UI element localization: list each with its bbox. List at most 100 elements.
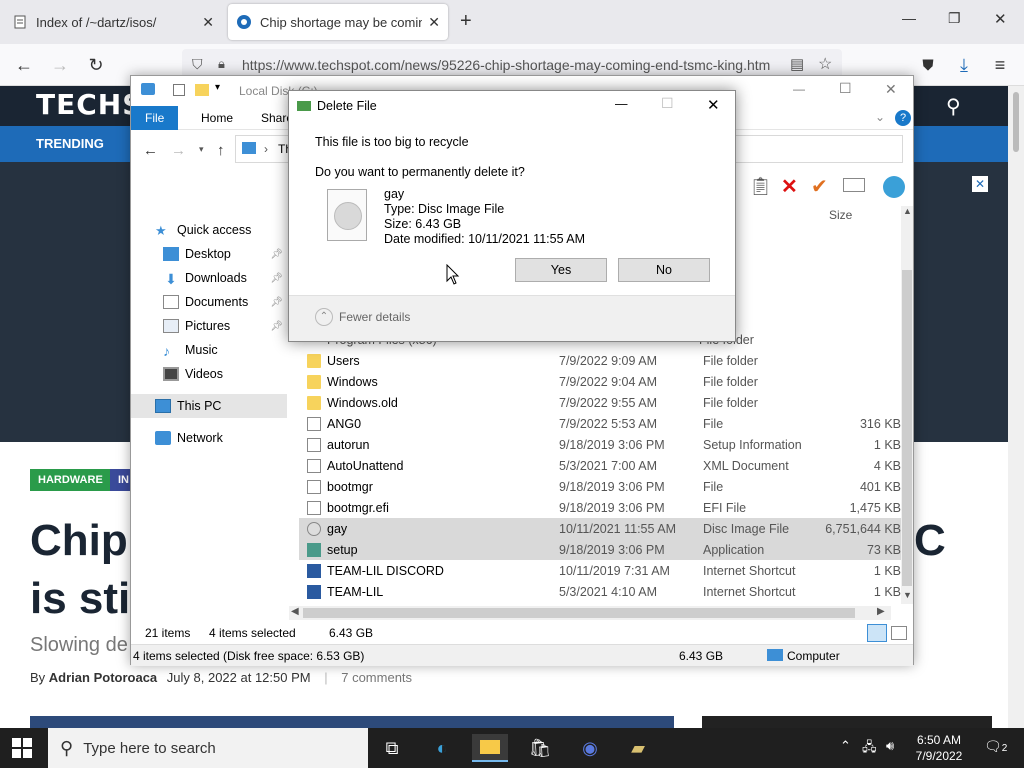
site-logo[interactable]: TECHS (36, 88, 143, 121)
scroll-thumb[interactable] (902, 270, 912, 586)
tab-index-isos[interactable]: Index of /~dartz/isos/ ✕ (4, 4, 222, 40)
nav-videos[interactable]: Videos (131, 362, 287, 386)
new-folder-icon[interactable] (195, 84, 209, 96)
nav-network[interactable]: Network (131, 426, 287, 450)
checkmark-icon[interactable]: ✔ (811, 174, 828, 199)
explorer-back-icon[interactable]: ← (143, 142, 158, 159)
file-list-scrollbar[interactable]: ▲ ▼ (901, 206, 913, 604)
nav-quick-access[interactable]: ★ Quick access (131, 218, 287, 242)
pin-icon[interactable]: 📌︎ (270, 249, 283, 260)
pin-icon[interactable]: 📌︎ (270, 321, 283, 332)
pin-icon[interactable]: 📌︎ (270, 273, 283, 284)
explorer-close-icon[interactable]: ✕ (885, 81, 897, 98)
bookmark-star-icon[interactable]: ☆ (818, 54, 832, 74)
close-tab-icon[interactable]: ✕ (202, 14, 214, 31)
forward-icon[interactable]: → (44, 44, 76, 86)
reload-icon[interactable]: ↻ (80, 44, 112, 86)
table-row[interactable]: AutoUnattend 5/3/2021 7:00 AM XML Document… (299, 455, 901, 476)
taskbar-search[interactable]: ⚲ Type here to search (48, 728, 368, 768)
table-row[interactable]: bootmgr 9/18/2019 3:06 PM File 401 KB (299, 476, 901, 497)
close-window-icon[interactable]: ✕ (994, 10, 1007, 28)
scroll-left-icon[interactable]: ◀ (291, 606, 299, 617)
task-view-icon[interactable]: ⧉ (374, 734, 410, 762)
scroll-right-icon[interactable]: ▶ (877, 606, 885, 617)
pocket-icon[interactable]: ⛊ (912, 44, 944, 86)
trending-label[interactable]: TRENDING (36, 136, 104, 151)
dialog-close-icon[interactable]: ✕ (707, 96, 720, 114)
table-row[interactable]: Windows 7/9/2022 9:04 AM File folder (299, 371, 901, 392)
scroll-down-icon[interactable]: ▼ (903, 590, 912, 600)
help-icon[interactable]: ? (895, 110, 911, 126)
explorer-maximize-icon[interactable]: ☐ (839, 80, 852, 97)
ribbon-collapse-icon[interactable]: ⌄ (875, 110, 885, 124)
explorer-minimize-icon[interactable]: — (793, 82, 805, 96)
clipboard-icon[interactable]: 📋︎ (749, 176, 772, 197)
large-icons-view-icon[interactable] (891, 626, 907, 640)
file-explorer-icon[interactable] (472, 734, 508, 762)
recent-locations-icon[interactable]: ▾ (199, 144, 204, 155)
ribbon-tab-home[interactable]: Home (187, 106, 247, 130)
dialog-minimize-icon[interactable]: — (615, 97, 628, 111)
globe-icon[interactable] (883, 176, 905, 198)
show-hidden-icons-icon[interactable]: ⌃ (840, 738, 851, 754)
table-row[interactable]: TEAM-LIL 5/3/2021 4:10 AM Internet Shortcu… (299, 581, 901, 602)
tab-techspot[interactable]: Chip shortage may be coming ✕ (228, 4, 448, 40)
hardware-tag[interactable]: HARDWARE (30, 469, 111, 491)
back-icon[interactable]: ← (8, 44, 40, 86)
notifications-icon[interactable]: 🗨︎2 (984, 738, 1007, 755)
network-icon[interactable]: 🖧︎ (862, 738, 877, 760)
nav-desktop[interactable]: Desktop 📌︎ (131, 242, 287, 266)
app-icon[interactable]: ▰ (620, 734, 656, 762)
nav-music[interactable]: ♪ Music (131, 338, 287, 362)
yes-button[interactable]: Yes (515, 258, 607, 282)
store-icon[interactable]: 🛍︎ (522, 734, 558, 762)
chevron-up-icon[interactable]: ⌃ (315, 308, 333, 326)
new-tab-icon[interactable]: + (460, 10, 472, 33)
rename-icon[interactable] (843, 178, 865, 192)
table-row[interactable]: bootmgr.efi 9/18/2019 3:06 PM EFI File 1,47… (299, 497, 901, 518)
restore-icon[interactable]: ❐ (948, 10, 961, 27)
table-row[interactable]: ANG0 7/9/2022 5:53 AM File 316 KB (299, 413, 901, 434)
page-scrollbar[interactable] (1008, 86, 1024, 728)
firefox-icon[interactable]: ◉ (572, 734, 608, 762)
edge-icon[interactable]: ◐ (424, 734, 460, 762)
size-column-header[interactable]: Size (829, 208, 852, 222)
table-row[interactable]: gay 10/11/2021 11:55 AM Disc Image File 6,7… (299, 518, 901, 539)
page-scroll-thumb[interactable] (1013, 92, 1019, 152)
shield-icon[interactable]: ⛉ (192, 56, 203, 73)
details-view-icon[interactable] (867, 624, 887, 642)
menu-icon[interactable]: ≡ (984, 44, 1016, 86)
table-row[interactable]: Windows.old 7/9/2022 9:55 AM File folder (299, 392, 901, 413)
close-ad-icon[interactable]: ✕ (972, 176, 988, 192)
up-icon[interactable]: ↑ (217, 142, 225, 159)
ribbon-tab-file[interactable]: File (131, 106, 179, 130)
fewer-details-link[interactable]: Fewer details (339, 310, 410, 324)
nav-documents[interactable]: Documents 📌︎ (131, 290, 287, 314)
windows-start-icon[interactable] (12, 738, 34, 758)
table-row[interactable]: setup 9/18/2019 3:06 PM Application 73 KB (299, 539, 901, 560)
comments-link[interactable]: 7 comments (341, 670, 412, 685)
horizontal-scrollbar[interactable]: ◀ ▶ (289, 606, 891, 620)
explorer-forward-icon[interactable]: → (171, 142, 186, 159)
properties-icon[interactable] (173, 84, 185, 96)
no-button[interactable]: No (618, 258, 710, 282)
nav-this-pc[interactable]: This PC (131, 394, 287, 418)
volume-icon[interactable]: 🔊︎ (886, 738, 894, 754)
downloads-icon[interactable]: ⤓ (948, 44, 980, 86)
h-scroll-thumb[interactable] (303, 608, 855, 618)
pin-icon[interactable]: 📌︎ (270, 297, 283, 308)
reader-view-icon[interactable]: ▤ (790, 55, 804, 73)
table-row[interactable]: Users 7/9/2022 9:09 AM File folder (299, 350, 901, 371)
search-icon[interactable]: ⚲ (946, 94, 961, 119)
close-tab-icon[interactable]: ✕ (428, 14, 440, 31)
nav-pictures[interactable]: Pictures 📌︎ (131, 314, 287, 338)
author-link[interactable]: Adrian Potoroaca (49, 670, 157, 685)
clock[interactable]: 6:50 AM 7/9/2022 (908, 732, 970, 764)
table-row[interactable]: TEAM-LIL DISCORD 10/11/2019 7:31 AM Intern… (299, 560, 901, 581)
scroll-up-icon[interactable]: ▲ (903, 206, 912, 216)
qat-dropdown-icon[interactable]: ▾ (215, 82, 220, 93)
delete-icon[interactable]: ✕ (781, 174, 798, 199)
minimize-icon[interactable]: — (902, 10, 916, 26)
table-row[interactable]: autorun 9/18/2019 3:06 PM Setup Informatio… (299, 434, 901, 455)
nav-downloads[interactable]: ⬇ Downloads 📌︎ (131, 266, 287, 290)
